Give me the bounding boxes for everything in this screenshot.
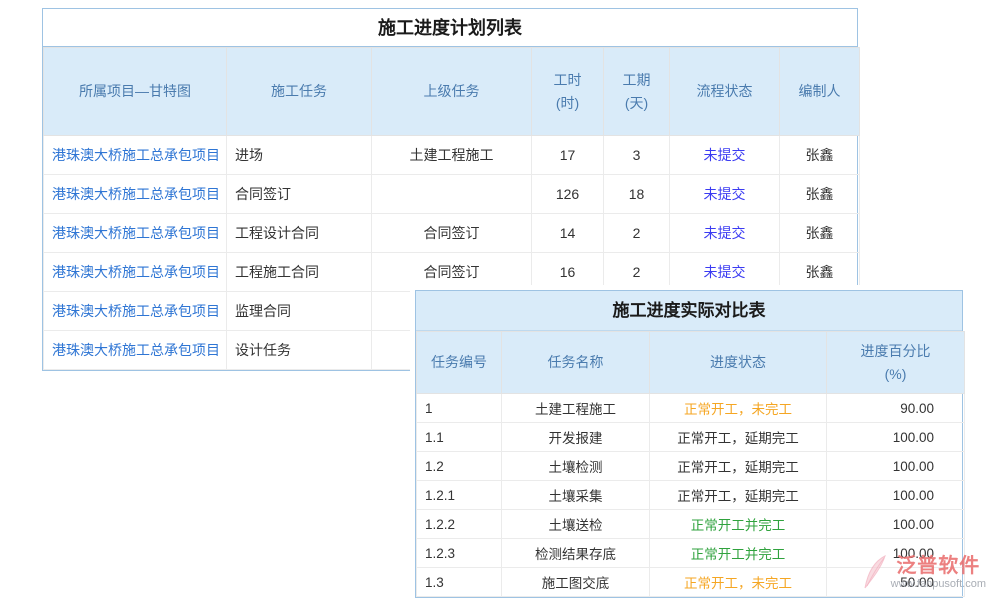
col-header-parent-task: 上级任务 [372,48,532,136]
progress-status: 正常开工，延期完工 [677,460,799,475]
status-cell[interactable]: 未提交 [670,253,780,292]
parent-task-cell: 土建工程施工 [372,136,532,175]
col-header-hours: 工时(时) [532,48,604,136]
task-name-cell: 土壤采集 [502,481,650,510]
col-header-progress-percent: 进度百分比(%) [827,332,965,394]
project-link[interactable]: 港珠澳大桥施工总承包项目 [44,214,227,253]
status-cell[interactable]: 未提交 [670,136,780,175]
task-name-cell: 检测结果存底 [502,539,650,568]
project-link[interactable]: 港珠澳大桥施工总承包项目 [44,175,227,214]
task-cell: 监理合同 [227,292,372,331]
col-header-task-id: 任务编号 [417,332,502,394]
compare-table-title: 施工进度实际对比表 [416,291,962,331]
hours-cell: 126 [532,175,604,214]
author-cell: 张鑫 [780,253,860,292]
hours-cell: 14 [532,214,604,253]
project-link[interactable]: 港珠澳大桥施工总承包项目 [44,253,227,292]
progress-status-cell: 正常开工，延期完工 [650,423,827,452]
project-link[interactable]: 港珠澳大桥施工总承包项目 [44,136,227,175]
task-id-cell: 1.2.2 [417,510,502,539]
progress-status-cell: 正常开工，延期完工 [650,481,827,510]
table-row: 1.2.2 土壤送检 正常开工并完工 100.00 [417,510,965,539]
task-id-cell: 1 [417,394,502,423]
table-row: 港珠澳大桥施工总承包项目 进场 土建工程施工 17 3 未提交 张鑫 [44,136,860,175]
progress-status-cell: 正常开工，未完工 [650,394,827,423]
progress-status: 正常开工，延期完工 [677,489,799,504]
compare-table: 施工进度实际对比表 任务编号 任务名称 进度状态 进度百分比(%) 1 土建工程… [415,290,963,598]
table-row: 1.3 施工图交底 正常开工，未完工 50.00 [417,568,965,597]
col-header-author: 编制人 [780,48,860,136]
col-header-progress-status: 进度状态 [650,332,827,394]
task-id-cell: 1.1 [417,423,502,452]
progress-status-cell: 正常开工并完工 [650,510,827,539]
percent-cell: 100.00 [827,481,965,510]
progress-status: 正常开工，延期完工 [677,431,799,446]
progress-status-cell: 正常开工，延期完工 [650,452,827,481]
plan-header-row: 所属项目—甘特图 施工任务 上级任务 工时(时) 工期(天) 流程状态 编制人 [44,48,860,136]
task-cell: 工程施工合同 [227,253,372,292]
progress-status: 正常开工并完工 [691,547,786,562]
percent-cell: 100.00 [827,423,965,452]
table-row: 港珠澳大桥施工总承包项目 工程设计合同 合同签订 14 2 未提交 张鑫 [44,214,860,253]
task-name-cell: 土壤检测 [502,452,650,481]
col-header-task: 施工任务 [227,48,372,136]
author-cell: 张鑫 [780,175,860,214]
percent-cell: 90.00 [827,394,965,423]
table-row: 1.2 土壤检测 正常开工，延期完工 100.00 [417,452,965,481]
col-header-days: 工期(天) [604,48,670,136]
table-row: 1.1 开发报建 正常开工，延期完工 100.00 [417,423,965,452]
table-row: 港珠澳大桥施工总承包项目 合同签订 126 18 未提交 张鑫 [44,175,860,214]
parent-task-cell [372,175,532,214]
days-cell: 2 [604,253,670,292]
project-link[interactable]: 港珠澳大桥施工总承包项目 [44,331,227,370]
table-row: 1.2.1 土壤采集 正常开工，延期完工 100.00 [417,481,965,510]
hours-cell: 16 [532,253,604,292]
task-name-cell: 土建工程施工 [502,394,650,423]
days-cell: 3 [604,136,670,175]
table-row: 1.2.3 检测结果存底 正常开工并完工 100.00 [417,539,965,568]
percent-cell: 100.00 [827,452,965,481]
percent-cell: 100.00 [827,510,965,539]
compare-table-grid: 任务编号 任务名称 进度状态 进度百分比(%) 1 土建工程施工 正常开工，未完… [416,331,965,597]
task-cell: 设计任务 [227,331,372,370]
progress-status: 正常开工并完工 [691,518,786,533]
compare-header-row: 任务编号 任务名称 进度状态 进度百分比(%) [417,332,965,394]
progress-status: 正常开工，未完工 [684,402,792,417]
progress-status-cell: 正常开工并完工 [650,539,827,568]
task-id-cell: 1.2.3 [417,539,502,568]
hours-cell: 17 [532,136,604,175]
author-cell: 张鑫 [780,136,860,175]
task-cell: 工程设计合同 [227,214,372,253]
author-cell: 张鑫 [780,214,860,253]
task-id-cell: 1.3 [417,568,502,597]
parent-task-cell: 合同签订 [372,253,532,292]
task-name-cell: 土壤送检 [502,510,650,539]
task-cell: 合同签订 [227,175,372,214]
task-id-cell: 1.2 [417,452,502,481]
task-name-cell: 开发报建 [502,423,650,452]
col-header-status: 流程状态 [670,48,780,136]
col-header-task-name: 任务名称 [502,332,650,394]
parent-task-cell: 合同签订 [372,214,532,253]
percent-cell: 100.00 [827,539,965,568]
table-row: 1 土建工程施工 正常开工，未完工 90.00 [417,394,965,423]
plan-table-title: 施工进度计划列表 [43,9,857,47]
task-cell: 进场 [227,136,372,175]
col-header-project: 所属项目—甘特图 [44,48,227,136]
percent-cell: 50.00 [827,568,965,597]
task-id-cell: 1.2.1 [417,481,502,510]
project-link[interactable]: 港珠澳大桥施工总承包项目 [44,292,227,331]
task-name-cell: 施工图交底 [502,568,650,597]
progress-status-cell: 正常开工，未完工 [650,568,827,597]
days-cell: 2 [604,214,670,253]
progress-status: 正常开工，未完工 [684,576,792,591]
status-cell[interactable]: 未提交 [670,175,780,214]
table-row: 港珠澳大桥施工总承包项目 工程施工合同 合同签订 16 2 未提交 张鑫 [44,253,860,292]
status-cell[interactable]: 未提交 [670,214,780,253]
days-cell: 18 [604,175,670,214]
